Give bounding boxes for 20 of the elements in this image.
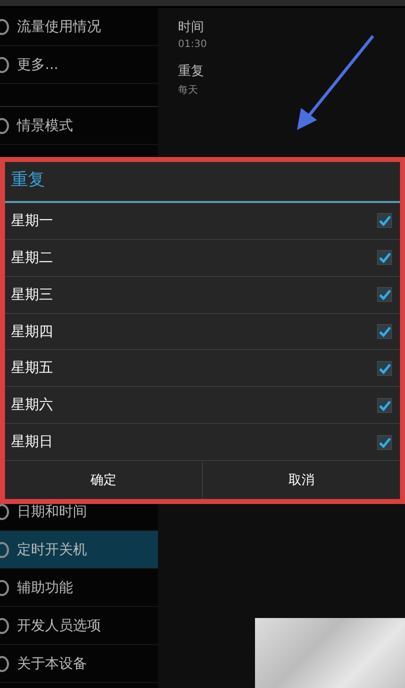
setting-title: 重复 [178,63,205,80]
weekday-option[interactable]: 星期六 [5,387,400,424]
weekday-option[interactable]: 星期一 [5,203,400,240]
dialog-title: 重复 [5,162,400,203]
checkbox[interactable] [377,250,392,266]
weekday-option[interactable]: 星期五 [5,350,400,388]
checkbox[interactable] [377,398,392,413]
checkbox[interactable] [377,213,392,228]
checkbox[interactable] [377,434,392,450]
setting-value: 01:30 [178,39,208,50]
weekday-option[interactable]: 星期三 [5,276,400,314]
checkbox[interactable] [377,324,392,339]
setting-title: 时间 [178,19,205,36]
settings-menu-item[interactable]: 情景模式 [0,106,158,145]
settings-menu-item[interactable]: 定时开关机 [0,531,158,569]
checkbox[interactable] [377,287,392,302]
weekday-option[interactable]: 星期二 [5,240,400,277]
checkbox[interactable] [377,360,392,376]
setting-value: 每天 [178,84,199,97]
weekday-option[interactable]: 星期四 [5,314,400,350]
